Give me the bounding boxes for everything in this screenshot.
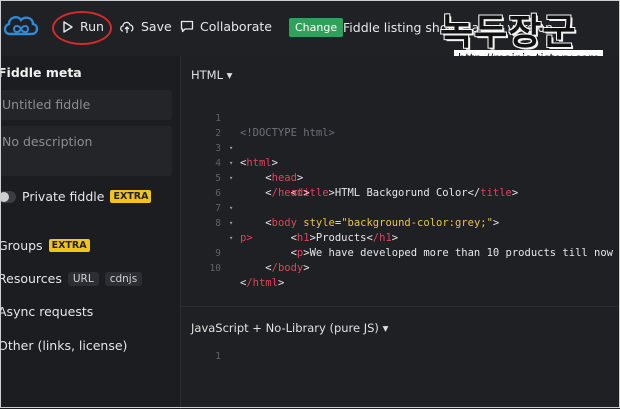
cloud-upload-icon — [120, 21, 134, 33]
watermark-title: 녹두장군 — [440, 12, 577, 53]
chat-bubble-icon — [180, 20, 194, 33]
code-line: 5 </head> — [215, 173, 310, 199]
change-button[interactable]: Change — [289, 18, 344, 37]
groups-label: Groups — [0, 238, 43, 253]
fiddle-title-input[interactable]: Untitled fiddle — [0, 90, 172, 120]
url-chip[interactable]: URL — [67, 271, 99, 286]
jsfiddle-logo-icon[interactable] — [2, 8, 40, 50]
resources-row[interactable]: Resources URL cdnjs — [0, 271, 143, 286]
code-line: 10 </html> — [209, 263, 285, 289]
extra-badge: EXTRA — [110, 190, 152, 203]
js-line-number: 1 — [215, 351, 221, 362]
html-code-area[interactable]: 1 <!DOCTYPE html> 2 ▾ <html> 3 ▾ <head> … — [181, 96, 620, 289]
html-language-selector[interactable]: HTML ▾ — [191, 68, 232, 82]
js-language-selector[interactable]: JavaScript + No-Library (pure JS) ▾ — [191, 321, 388, 335]
code-line: 3 ▾ <head> — [215, 143, 304, 184]
fiddle-description-input[interactable]: No description — [0, 126, 172, 176]
code-line: 9 </body> — [215, 248, 310, 274]
extra-badge: EXTRA — [48, 239, 90, 252]
code-line: 4 ▾ <title>HTML Backgorund Color</title> — [215, 158, 519, 199]
private-fiddle-label: Private fiddle — [22, 189, 105, 204]
top-toolbar: Run Save Collaborate Change Fiddle listi… — [0, 0, 620, 66]
other-links-row[interactable]: Other (links, license) — [0, 338, 127, 353]
code-line: 6 ▾ <body style="background-color:grey;"… — [215, 188, 500, 229]
other-links-label: Other (links, license) — [0, 338, 128, 353]
code-line: 8 ▾ <p>We have developed more than 10 pr… — [215, 218, 613, 259]
async-requests-row[interactable]: Async requests — [0, 304, 93, 319]
html-editor-pane[interactable]: HTML ▾ 1 <!DOCTYPE html> 2 ▾ <html> 3 ▾ … — [180, 56, 620, 306]
save-button[interactable]: Save — [119, 19, 172, 34]
private-toggle[interactable] — [0, 190, 16, 203]
cdnjs-chip[interactable]: cdnjs — [104, 271, 143, 286]
collaborate-button[interactable]: Collaborate — [180, 19, 272, 34]
save-label: Save — [141, 19, 172, 34]
collaborate-label: Collaborate — [200, 19, 272, 34]
code-line-wrap: p> — [240, 232, 253, 244]
code-line: 1 <!DOCTYPE html> — [215, 113, 335, 139]
fiddle-meta-heading: Fiddle meta — [0, 65, 82, 80]
code-line: 2 ▾ <html> — [215, 128, 278, 169]
private-fiddle-row: Private fiddle EXTRA — [0, 189, 152, 204]
async-requests-label: Async requests — [0, 304, 94, 319]
run-highlight-circle — [52, 11, 112, 45]
sidebar: Fiddle meta Untitled fiddle No descripti… — [0, 56, 180, 408]
js-editor-pane[interactable]: JavaScript + No-Library (pure JS) ▾ 1 — [180, 306, 620, 409]
groups-row[interactable]: Groups EXTRA — [0, 238, 90, 253]
resources-label: Resources — [0, 271, 62, 286]
code-line: 7 ▾ <h1>Products</h1> — [215, 203, 399, 244]
